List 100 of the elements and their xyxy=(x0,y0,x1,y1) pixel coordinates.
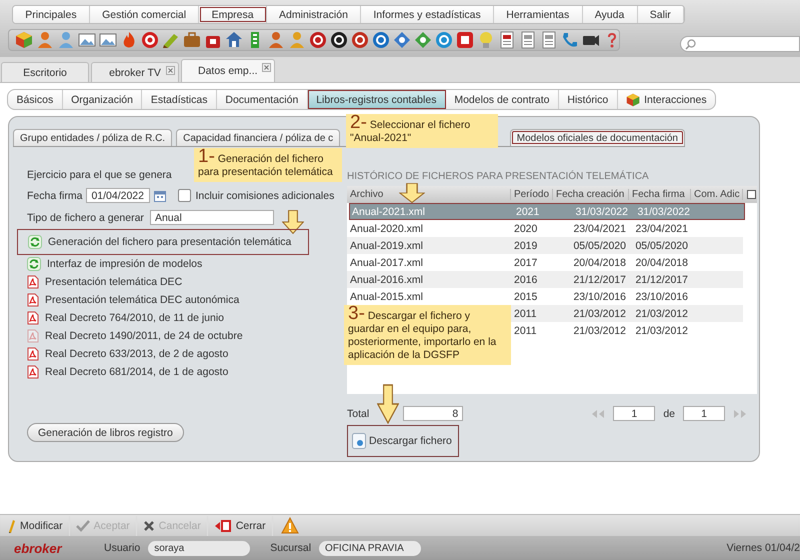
section-tab[interactable]: Libros-registros contables xyxy=(308,90,446,109)
column-header[interactable]: Fecha firma xyxy=(629,189,691,200)
table-cell: 31/03/2022 xyxy=(637,206,690,218)
column-chooser-icon[interactable] xyxy=(747,190,756,199)
section-tab[interactable]: Organización xyxy=(62,90,142,109)
action-link[interactable]: Generación del fichero para presentación telemática xyxy=(17,229,309,255)
field-label: Tipo de fichero a generar xyxy=(27,212,144,224)
table-row[interactable]: Anual-2020.xml 2020 23/04/2021 23/04/2021 xyxy=(347,220,743,237)
search-field[interactable] xyxy=(680,36,800,52)
section-tab[interactable]: Histórico xyxy=(558,90,618,109)
action-link[interactable]: Interfaz de impresión de modelos xyxy=(17,255,309,273)
document-icon[interactable] xyxy=(519,31,537,49)
person-icon[interactable] xyxy=(267,31,285,49)
target-icon[interactable] xyxy=(141,31,159,49)
action-link[interactable]: Presentación telemática DEC xyxy=(17,273,309,291)
inner-tab[interactable]: Modelos oficiales de documentación xyxy=(510,129,685,146)
menu-item[interactable]: Ayuda xyxy=(582,6,638,23)
step-tooltip: 2-Seleccionar el fichero "Anual-2021" xyxy=(346,114,498,148)
table-cell: 23/04/2021 xyxy=(635,222,688,234)
cross-icon xyxy=(142,520,155,532)
window-tab[interactable]: Escritorio xyxy=(1,62,89,82)
download-button[interactable]: Descargar fichero xyxy=(347,425,459,457)
step-tooltip: 3-Descargar el fichero y guardar en el equipo para, posteriormente, importarlo en la aplicación de la DGSFP xyxy=(344,305,511,365)
picture-icon[interactable] xyxy=(78,31,96,49)
table-cell: 21/03/2012 xyxy=(573,324,626,336)
date-field[interactable]: 01/04/2022 xyxy=(86,188,150,203)
briefcase-icon[interactable] xyxy=(183,31,201,49)
menu-item[interactable]: Gestión comercial xyxy=(90,6,200,23)
menu-item[interactable]: Principales xyxy=(13,6,90,23)
total-label: Total xyxy=(347,408,370,420)
close-icon[interactable] xyxy=(262,63,271,72)
calendar-icon[interactable] xyxy=(154,190,166,202)
section-tab[interactable]: Básicos xyxy=(8,90,63,109)
document-icon[interactable] xyxy=(540,31,558,49)
table-cell: Anual-2015.xml xyxy=(350,290,423,302)
table-cell: 23/04/2021 xyxy=(573,222,626,234)
menu-item[interactable]: Salir xyxy=(638,6,684,23)
diamond-icon[interactable] xyxy=(393,31,411,49)
user-field[interactable]: soraya xyxy=(148,540,250,556)
picture-icon[interactable] xyxy=(99,31,117,49)
action-link[interactable]: Presentación telemática DEC autonómica xyxy=(17,291,309,309)
page-count-field[interactable]: 1 xyxy=(683,406,725,421)
table-cell: 20/04/2018 xyxy=(635,256,688,268)
file-type-field[interactable]: Anual xyxy=(150,210,274,225)
section-title: HISTÓRICO DE FICHEROS PARA PRESENTACIÓN TELEMÁTICA xyxy=(347,171,649,182)
column-header[interactable]: Fecha creación xyxy=(553,189,629,200)
diamond-icon[interactable] xyxy=(414,31,432,49)
window-tab[interactable]: Datos emp... xyxy=(181,59,275,82)
section-tab[interactable]: Interacciones xyxy=(618,90,715,109)
inner-tab[interactable]: Capacidad financiera / póliza de c xyxy=(176,129,340,146)
window-tab[interactable]: ebroker TV xyxy=(91,62,179,82)
section-tab[interactable]: Estadísticas xyxy=(142,90,217,109)
table-cell: 23/10/2016 xyxy=(573,290,626,302)
pencil-icon xyxy=(6,518,16,532)
menu-item[interactable]: Informes y estadísticas xyxy=(361,6,494,23)
page-field[interactable]: 1 xyxy=(613,406,656,421)
action-link[interactable]: Real Decreto 681/2014, de 1 de agosto xyxy=(17,363,309,381)
table-cell: 31/03/2022 xyxy=(575,206,628,218)
user-label: Usuario xyxy=(104,542,140,554)
cube-icon[interactable] xyxy=(15,31,33,49)
branch-field[interactable]: OFICINA PRAVIA xyxy=(319,540,422,556)
logo: ebroker xyxy=(14,540,64,556)
column-header[interactable]: Com. Adic xyxy=(691,189,743,200)
menu-item[interactable]: Herramientas xyxy=(494,6,582,23)
table-cell: 21/12/2017 xyxy=(573,274,626,286)
search-icon xyxy=(685,38,696,50)
table-cell: 2011 xyxy=(514,308,537,320)
inner-tab[interactable]: Grupo entidades / póliza de R.C. xyxy=(13,129,172,146)
section-tab[interactable]: Modelos de contrato xyxy=(446,90,559,109)
exit-icon xyxy=(214,518,232,532)
column-header[interactable]: Período xyxy=(511,189,553,200)
table-cell: 05/05/2020 xyxy=(573,240,626,252)
table-row[interactable]: Anual-2015.xml 2015 23/10/2016 23/10/2016 xyxy=(347,288,743,305)
close-icon[interactable] xyxy=(166,66,175,75)
table-row[interactable]: Anual-2019.xml 2019 05/05/2020 05/05/2020 xyxy=(347,237,743,254)
house-icon[interactable] xyxy=(225,31,243,49)
table-row[interactable]: Anual-2017.xml 2017 20/04/2018 20/04/2018 xyxy=(347,254,743,271)
person-icon[interactable] xyxy=(57,31,75,49)
action-link[interactable]: Real Decreto 764/2010, de 11 de junio xyxy=(17,309,309,327)
table-cell: Anual-2019.xml xyxy=(350,240,423,252)
table-cell: 2017 xyxy=(514,256,538,268)
menu-item[interactable]: Empresa xyxy=(199,6,267,23)
arrow-icon xyxy=(377,384,399,424)
pencil-icon[interactable] xyxy=(162,31,180,49)
table-row[interactable]: Anual-2016.xml 2016 21/12/2017 21/12/2017 xyxy=(347,271,743,288)
action-link[interactable]: Real Decreto 633/2013, de 2 de agosto xyxy=(17,345,309,363)
document-icon[interactable] xyxy=(498,31,516,49)
step-tooltip: 1-Generación del fichero para presentación telemática xyxy=(194,148,342,182)
total-field[interactable]: 8 xyxy=(403,406,464,421)
menu-item[interactable]: Administración xyxy=(266,6,362,23)
person-icon[interactable] xyxy=(36,31,54,49)
cube-icon xyxy=(626,92,640,106)
table-cell: 2015 xyxy=(514,290,538,302)
checkbox[interactable] xyxy=(178,189,192,202)
branch-label: Sucursal xyxy=(270,542,312,554)
table-cell: 2016 xyxy=(514,274,538,286)
books-button[interactable]: Generación de libros registro xyxy=(27,423,184,442)
warning-icon[interactable] xyxy=(280,517,299,534)
table-cell: 21/03/2012 xyxy=(635,308,688,320)
square-icon[interactable] xyxy=(456,31,474,49)
